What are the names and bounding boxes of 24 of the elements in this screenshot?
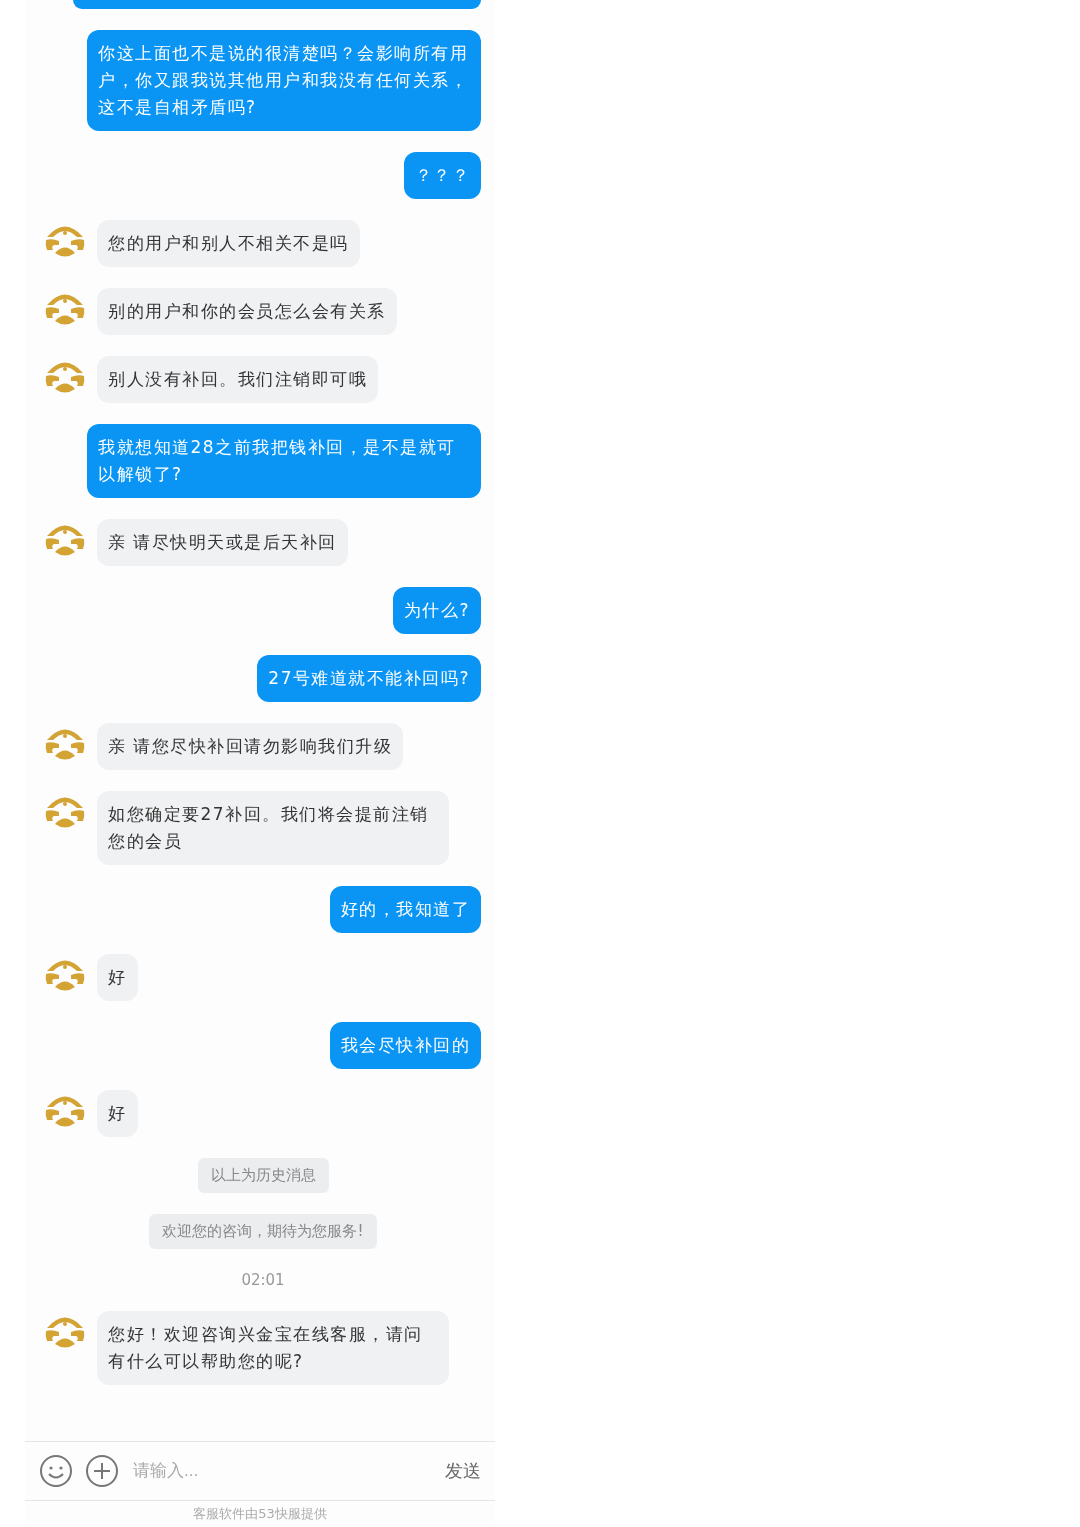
- message-bubble: 您的用户和别人不相关不是吗: [97, 220, 360, 267]
- message-bubble: 好: [97, 954, 138, 1001]
- system-notice: 以上为历史消息: [197, 1158, 329, 1193]
- message-bubble: 亲 请您尽快补回请勿影响我们升级: [97, 723, 404, 770]
- footer-text: 客服软件由53快服提供: [192, 1505, 328, 1523]
- message-bubble: 好: [97, 1090, 138, 1137]
- message-input[interactable]: 请输入...: [131, 1460, 433, 1482]
- message-bubble: 别的用户和你的会员怎么会有关系: [97, 288, 397, 335]
- message-bubble: 你这上面也不是说的很清楚吗？会影响所有用户，你又跟我说其他用户和我没有任何关系，这不是自相矛盾吗?: [87, 30, 481, 131]
- message-bubble: 27号难道就不能补回吗?: [257, 655, 481, 702]
- message-bubble: 好的，我知道了: [329, 886, 481, 933]
- message-bubble: 别人没有补回。我们注销即可哦: [97, 356, 378, 403]
- message-bubble: 您好！欢迎咨询兴金宝在线客服，请问有什么可以帮助您的呢?: [97, 1311, 449, 1385]
- message-bubble: 如您确定要27补回。我们将会提前注销您的会员: [97, 791, 449, 865]
- message-bubble: 亲 请尽快明天或是后天补回: [97, 519, 348, 566]
- message-bubble: 我就想知道28之前我把钱补回，是不是就可以解锁了?: [87, 424, 481, 498]
- emoji-button[interactable]: [39, 1454, 73, 1488]
- message-bubble: 我会尽快补回的: [329, 1022, 481, 1069]
- add-button[interactable]: [85, 1454, 119, 1488]
- message-bubble: 为什么?: [392, 587, 481, 634]
- system-notice: 欢迎您的咨询，期待为您服务!: [149, 1214, 377, 1249]
- message-bubble: ？？？: [403, 152, 481, 199]
- timestamp: 02:01: [241, 1270, 285, 1290]
- send-button[interactable]: 发送: [445, 1459, 481, 1483]
